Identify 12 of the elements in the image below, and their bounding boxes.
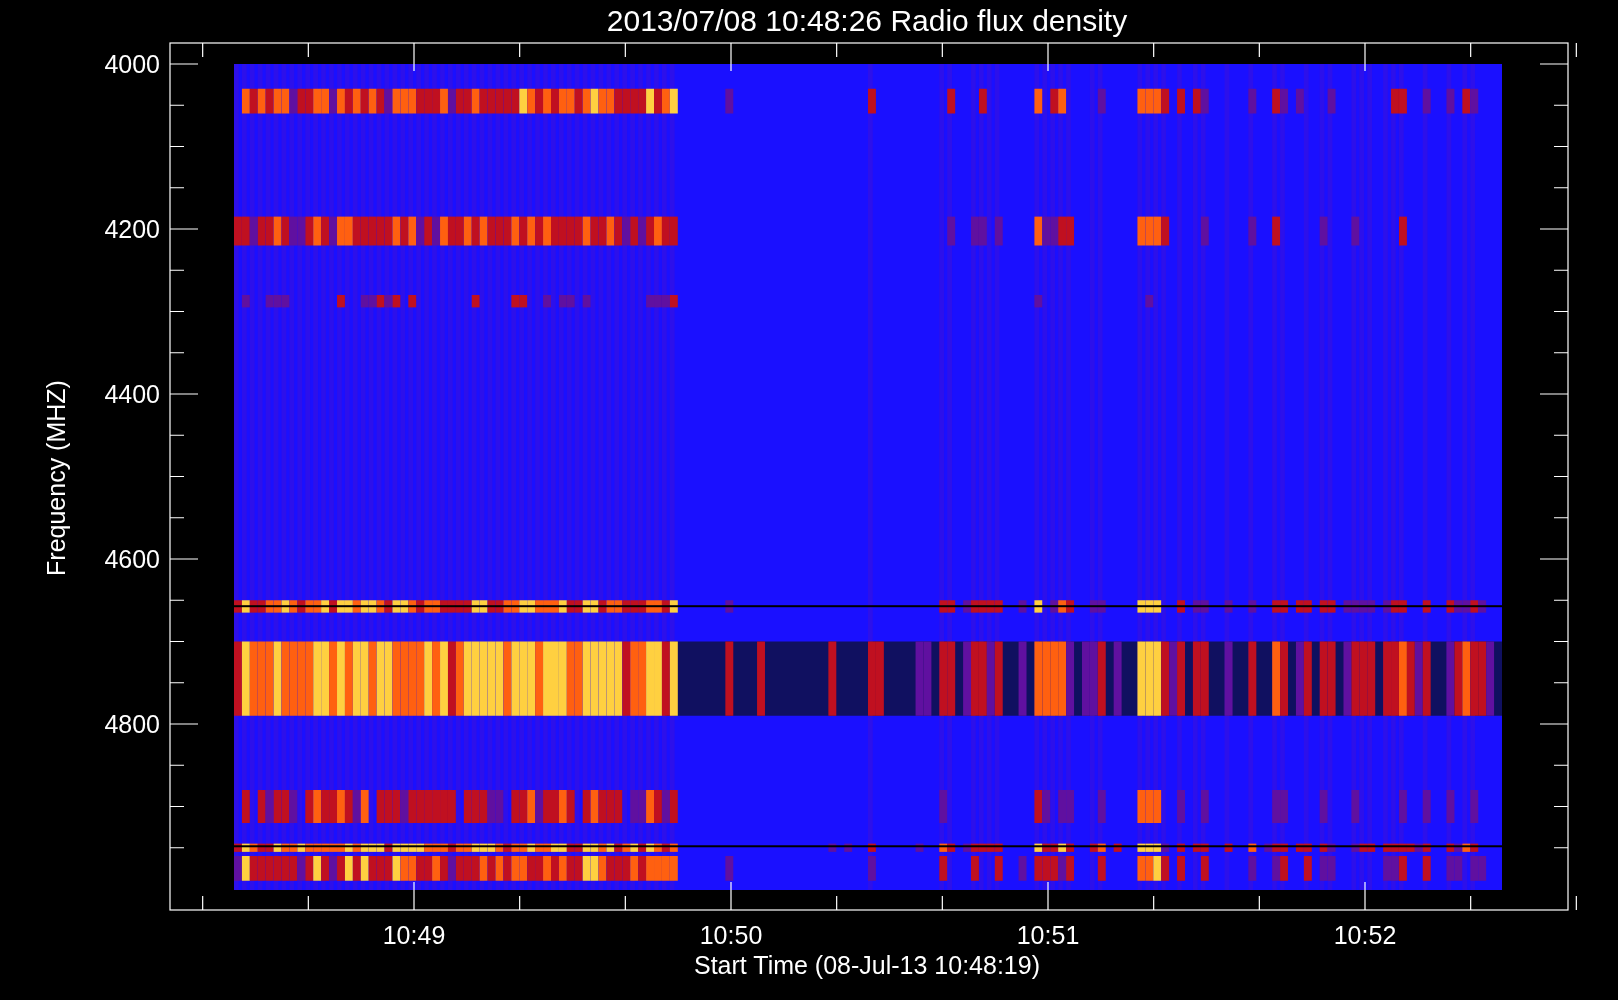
chart-title: 2013/07/08 10:48:26 Radio flux density (606, 4, 1128, 37)
y-tick-label: 4600 (104, 545, 160, 573)
x-axis-label: Start Time (08-Jul-13 10:48:19) (694, 951, 1040, 979)
x-tick-label: 10:49 (382, 921, 446, 949)
y-tick-label: 4200 (104, 215, 160, 243)
y-tick-label: 4000 (104, 50, 160, 78)
y-axis-label: Frequency (MHZ) (42, 380, 70, 576)
x-tick-label: 10:51 (1016, 921, 1080, 949)
y-tick-label: 4400 (104, 380, 160, 408)
x-tick-label: 10:50 (699, 921, 763, 949)
y-tick-label: 4800 (104, 710, 160, 738)
x-tick-label: 10:52 (1333, 921, 1397, 949)
